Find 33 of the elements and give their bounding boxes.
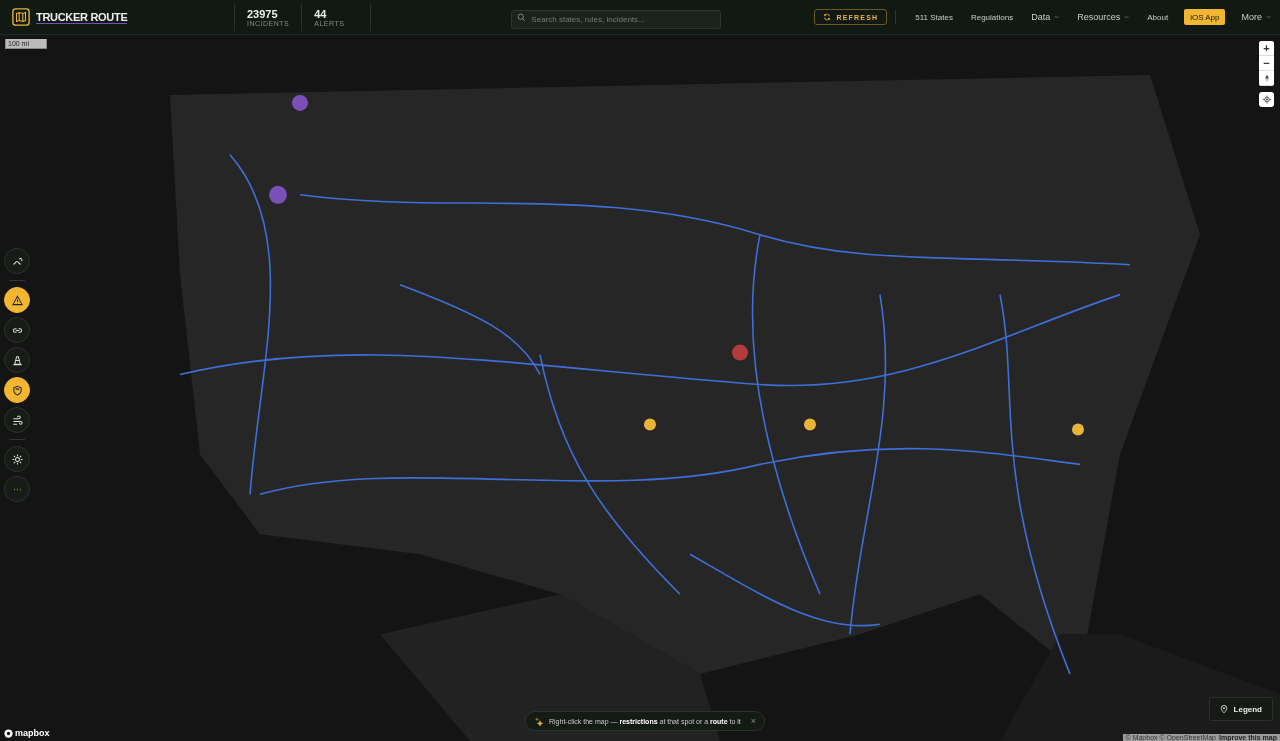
- nav-link[interactable]: About: [1138, 12, 1178, 22]
- compass-icon: [1262, 73, 1271, 83]
- nav-menu[interactable]: Data: [1022, 12, 1069, 22]
- sparkle-icon: [534, 716, 543, 726]
- nav-menu[interactable]: Resources: [1068, 12, 1139, 22]
- brand-name[interactable]: TRUCKER ROUTE: [36, 10, 128, 24]
- nav-link[interactable]: 511 States: [906, 12, 962, 22]
- close-button[interactable]: ×: [746, 716, 757, 726]
- caret-icon: [1266, 15, 1271, 19]
- ios-app-button[interactable]: iOS App: [1184, 9, 1226, 25]
- shield-icon: [11, 384, 23, 396]
- stat-value: 23975: [247, 7, 279, 20]
- sun-icon: [11, 453, 23, 465]
- caret-icon: [1124, 15, 1130, 19]
- search-field[interactable]: Search states, rules, incidents...: [511, 9, 722, 29]
- cone-icon: [11, 354, 23, 366]
- squiggle-icon: [11, 255, 23, 267]
- locate-icon: [1262, 95, 1271, 104]
- locate-button[interactable]: [1259, 92, 1274, 107]
- mapbox-logo: mapbox: [15, 728, 50, 738]
- nav-link[interactable]: Regulations: [961, 12, 1023, 22]
- wind-icon: [11, 414, 23, 426]
- pin-icon: [1219, 704, 1228, 714]
- stat-value: 44: [314, 7, 328, 20]
- nav-menu[interactable]: More: [1232, 12, 1280, 22]
- search-icon: [517, 12, 527, 22]
- zoom-in-button[interactable]: +: [1259, 41, 1274, 56]
- legend-button[interactable]: Legend: [1208, 697, 1273, 721]
- caret-icon: [1054, 15, 1060, 19]
- map-icon: [12, 8, 30, 26]
- warning-icon: [11, 294, 23, 306]
- mapbox-logo-icon: [4, 728, 13, 738]
- refresh-icon: [823, 13, 832, 21]
